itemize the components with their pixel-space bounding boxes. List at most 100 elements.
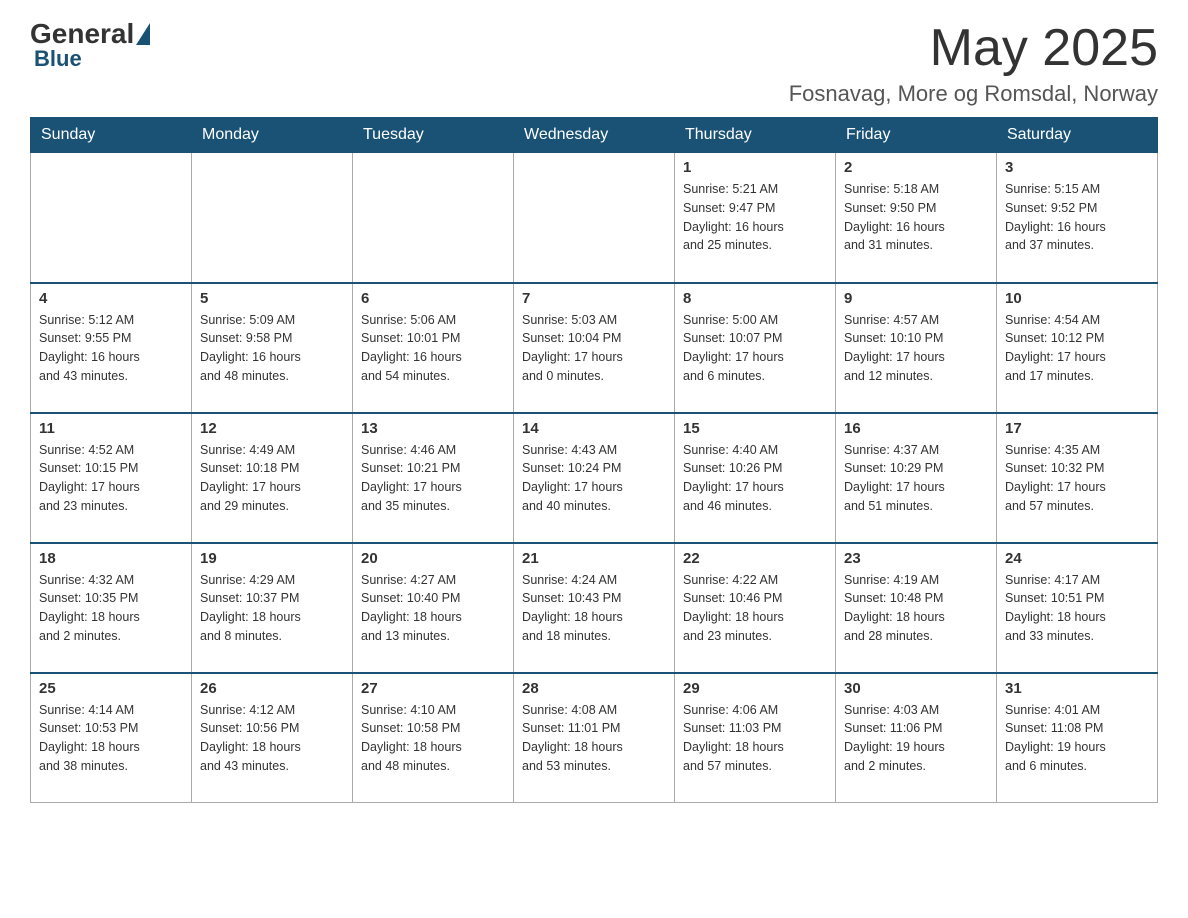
day-number: 2 [844, 159, 988, 176]
day-info: Sunrise: 4:27 AM Sunset: 10:40 PM Daylig… [361, 571, 505, 646]
day-number: 13 [361, 420, 505, 437]
logo-blue: Blue [34, 46, 82, 72]
calendar-cell: 23 Sunrise: 4:19 AM Sunset: 10:48 PM Dayl… [836, 543, 997, 673]
day-info: Sunrise: 5:03 AM Sunset: 10:04 PM Daylig… [522, 311, 666, 386]
calendar-cell: 16Sunrise: 4:37 AM Sunset: 10:29 PM Dayl… [836, 413, 997, 543]
calendar-cell: 7Sunrise: 5:03 AM Sunset: 10:04 PM Dayli… [514, 283, 675, 413]
day-number: 9 [844, 290, 988, 307]
calendar-cell: 26 Sunrise: 4:12 AM Sunset: 10:56 PM Dayl… [192, 673, 353, 803]
month-title: May 2025 [789, 20, 1158, 77]
day-info: Sunrise: 4:22 AM Sunset: 10:46 PM Daylig… [683, 571, 827, 646]
day-info: Sunrise: 4:14 AM Sunset: 10:53 PM Daylig… [39, 701, 183, 776]
day-info: Sunrise: 5:12 AM Sunset: 9:55 PM Dayligh… [39, 311, 183, 386]
day-number: 12 [200, 420, 344, 437]
day-number: 28 [522, 680, 666, 697]
day-number: 21 [522, 550, 666, 567]
weekday-header-thursday: Thursday [675, 118, 836, 153]
calendar-cell: 5 Sunrise: 5:09 AM Sunset: 9:58 PM Daylig… [192, 283, 353, 413]
day-info: Sunrise: 5:15 AM Sunset: 9:52 PM Dayligh… [1005, 180, 1149, 255]
calendar-cell: 28 Sunrise: 4:08 AM Sunset: 11:01 PM Dayl… [514, 673, 675, 803]
calendar-cell: 2 Sunrise: 5:18 AM Sunset: 9:50 PM Daylig… [836, 153, 997, 283]
calendar-cell: 31 Sunrise: 4:01 AM Sunset: 11:08 PM Dayl… [997, 673, 1158, 803]
day-number: 10 [1005, 290, 1149, 307]
weekday-header-wednesday: Wednesday [514, 118, 675, 153]
day-number: 17 [1005, 420, 1149, 437]
week-row-3: 11Sunrise: 4:52 AM Sunset: 10:15 PM Dayl… [31, 413, 1158, 543]
page-header: General Blue May 2025 Fosnavag, More og … [30, 20, 1158, 107]
day-number: 20 [361, 550, 505, 567]
calendar-cell: 14 Sunrise: 4:43 AM Sunset: 10:24 PM Dayl… [514, 413, 675, 543]
week-row-2: 4 Sunrise: 5:12 AM Sunset: 9:55 PM Daylig… [31, 283, 1158, 413]
day-info: Sunrise: 4:01 AM Sunset: 11:08 PM Daylig… [1005, 701, 1149, 776]
weekday-header-tuesday: Tuesday [353, 118, 514, 153]
day-info: Sunrise: 4:57 AM Sunset: 10:10 PM Daylig… [844, 311, 988, 386]
calendar-cell [353, 153, 514, 283]
location-title: Fosnavag, More og Romsdal, Norway [789, 81, 1158, 107]
calendar-cell: 20 Sunrise: 4:27 AM Sunset: 10:40 PM Dayl… [353, 543, 514, 673]
calendar-cell: 21Sunrise: 4:24 AM Sunset: 10:43 PM Dayl… [514, 543, 675, 673]
day-info: Sunrise: 4:54 AM Sunset: 10:12 PM Daylig… [1005, 311, 1149, 386]
calendar-cell: 18 Sunrise: 4:32 AM Sunset: 10:35 PM Dayl… [31, 543, 192, 673]
day-number: 22 [683, 550, 827, 567]
calendar-cell: 25Sunrise: 4:14 AM Sunset: 10:53 PM Dayl… [31, 673, 192, 803]
day-info: Sunrise: 4:03 AM Sunset: 11:06 PM Daylig… [844, 701, 988, 776]
day-info: Sunrise: 4:17 AM Sunset: 10:51 PM Daylig… [1005, 571, 1149, 646]
day-info: Sunrise: 5:18 AM Sunset: 9:50 PM Dayligh… [844, 180, 988, 255]
calendar-cell: 4 Sunrise: 5:12 AM Sunset: 9:55 PM Daylig… [31, 283, 192, 413]
day-number: 15 [683, 420, 827, 437]
calendar-cell: 10 Sunrise: 4:54 AM Sunset: 10:12 PM Dayl… [997, 283, 1158, 413]
day-info: Sunrise: 4:08 AM Sunset: 11:01 PM Daylig… [522, 701, 666, 776]
calendar-cell: 11Sunrise: 4:52 AM Sunset: 10:15 PM Dayl… [31, 413, 192, 543]
calendar-cell: 13Sunrise: 4:46 AM Sunset: 10:21 PM Dayl… [353, 413, 514, 543]
logo: General Blue [30, 20, 152, 72]
day-info: Sunrise: 5:21 AM Sunset: 9:47 PM Dayligh… [683, 180, 827, 255]
day-number: 6 [361, 290, 505, 307]
day-number: 14 [522, 420, 666, 437]
day-info: Sunrise: 4:43 AM Sunset: 10:24 PM Daylig… [522, 441, 666, 516]
day-info: Sunrise: 4:35 AM Sunset: 10:32 PM Daylig… [1005, 441, 1149, 516]
day-info: Sunrise: 4:06 AM Sunset: 11:03 PM Daylig… [683, 701, 827, 776]
day-number: 1 [683, 159, 827, 176]
day-info: Sunrise: 4:29 AM Sunset: 10:37 PM Daylig… [200, 571, 344, 646]
calendar-cell: 12Sunrise: 4:49 AM Sunset: 10:18 PM Dayl… [192, 413, 353, 543]
day-number: 31 [1005, 680, 1149, 697]
day-info: Sunrise: 4:12 AM Sunset: 10:56 PM Daylig… [200, 701, 344, 776]
day-info: Sunrise: 5:09 AM Sunset: 9:58 PM Dayligh… [200, 311, 344, 386]
title-area: May 2025 Fosnavag, More og Romsdal, Norw… [789, 20, 1158, 107]
weekday-header-saturday: Saturday [997, 118, 1158, 153]
day-number: 23 [844, 550, 988, 567]
day-info: Sunrise: 5:00 AM Sunset: 10:07 PM Daylig… [683, 311, 827, 386]
day-number: 24 [1005, 550, 1149, 567]
calendar-cell: 6Sunrise: 5:06 AM Sunset: 10:01 PM Dayli… [353, 283, 514, 413]
day-number: 30 [844, 680, 988, 697]
day-info: Sunrise: 4:37 AM Sunset: 10:29 PM Daylig… [844, 441, 988, 516]
day-number: 18 [39, 550, 183, 567]
calendar-cell: 15Sunrise: 4:40 AM Sunset: 10:26 PM Dayl… [675, 413, 836, 543]
calendar-cell: 30 Sunrise: 4:03 AM Sunset: 11:06 PM Dayl… [836, 673, 997, 803]
calendar-cell: 19 Sunrise: 4:29 AM Sunset: 10:37 PM Dayl… [192, 543, 353, 673]
calendar-cell: 1 Sunrise: 5:21 AM Sunset: 9:47 PM Daylig… [675, 153, 836, 283]
weekday-header-sunday: Sunday [31, 118, 192, 153]
calendar-cell: 22 Sunrise: 4:22 AM Sunset: 10:46 PM Dayl… [675, 543, 836, 673]
calendar-cell: 27 Sunrise: 4:10 AM Sunset: 10:58 PM Dayl… [353, 673, 514, 803]
logo-general: General [30, 20, 134, 48]
week-row-5: 25Sunrise: 4:14 AM Sunset: 10:53 PM Dayl… [31, 673, 1158, 803]
day-number: 8 [683, 290, 827, 307]
day-info: Sunrise: 4:32 AM Sunset: 10:35 PM Daylig… [39, 571, 183, 646]
day-number: 4 [39, 290, 183, 307]
day-number: 11 [39, 420, 183, 437]
weekday-header-row: SundayMondayTuesdayWednesdayThursdayFrid… [31, 118, 1158, 153]
calendar-table: SundayMondayTuesdayWednesdayThursdayFrid… [30, 117, 1158, 803]
calendar-cell [514, 153, 675, 283]
day-info: Sunrise: 4:10 AM Sunset: 10:58 PM Daylig… [361, 701, 505, 776]
day-number: 5 [200, 290, 344, 307]
day-info: Sunrise: 4:19 AM Sunset: 10:48 PM Daylig… [844, 571, 988, 646]
day-number: 3 [1005, 159, 1149, 176]
week-row-4: 18 Sunrise: 4:32 AM Sunset: 10:35 PM Dayl… [31, 543, 1158, 673]
day-number: 26 [200, 680, 344, 697]
week-row-1: 1 Sunrise: 5:21 AM Sunset: 9:47 PM Daylig… [31, 153, 1158, 283]
day-number: 19 [200, 550, 344, 567]
calendar-cell: 3 Sunrise: 5:15 AM Sunset: 9:52 PM Daylig… [997, 153, 1158, 283]
day-number: 27 [361, 680, 505, 697]
calendar-cell [192, 153, 353, 283]
